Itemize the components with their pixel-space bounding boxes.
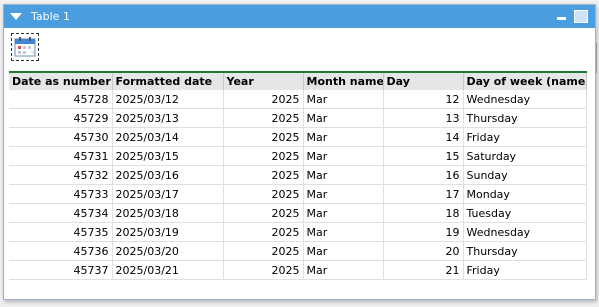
table-row[interactable]: 45735 2025/03/19 2025 Mar 19 Wednesday [9, 222, 587, 242]
table-cell[interactable]: Wednesday [463, 222, 587, 242]
table-cell[interactable]: 45730 [9, 127, 113, 147]
column-header[interactable]: Day [383, 71, 464, 90]
table-cell[interactable]: 2025/03/13 [112, 108, 224, 128]
table-cell[interactable]: Monday [463, 184, 587, 204]
data-table-container: Date as number Formatted date Year Month… [9, 71, 587, 280]
table-cell[interactable]: Mar [303, 127, 384, 147]
table-cell[interactable]: Mar [303, 203, 384, 223]
table-cell[interactable]: 2025/03/16 [112, 165, 224, 185]
table-cell[interactable]: 45733 [9, 184, 113, 204]
table-cell[interactable]: Mar [303, 108, 384, 128]
table-window: Table 1 Date as number Formatted date Ye… [3, 4, 597, 300]
table-row[interactable]: 45728 2025/03/12 2025 Mar 12 Wednesday [9, 90, 587, 109]
table-cell[interactable]: 13 [383, 108, 464, 128]
table-cell[interactable]: Thursday [463, 241, 587, 261]
table-cell[interactable]: 2025 [223, 90, 304, 109]
table-cell[interactable]: 15 [383, 146, 464, 166]
table-cell[interactable]: 45732 [9, 165, 113, 185]
table-cell[interactable]: 45729 [9, 108, 113, 128]
table-cell[interactable]: 2025/03/15 [112, 146, 224, 166]
table-cell[interactable]: 2025 [223, 127, 304, 147]
table-cell[interactable]: Mar [303, 260, 384, 280]
table-cell[interactable]: 45735 [9, 222, 113, 242]
window-title: Table 1 [31, 10, 70, 23]
table-cell[interactable]: Friday [463, 127, 587, 147]
table-cell[interactable]: 2025/03/17 [112, 184, 224, 204]
header-row: Date as number Formatted date Year Month… [9, 71, 587, 90]
table-cell[interactable]: 2025 [223, 165, 304, 185]
column-header[interactable]: Year [223, 71, 304, 90]
calendar-button[interactable] [11, 33, 39, 61]
table-row[interactable]: 45729 2025/03/13 2025 Mar 13 Thursday [9, 108, 587, 128]
table-cell[interactable]: 2025/03/12 [112, 90, 224, 109]
column-header[interactable]: Day of week (name) [463, 71, 587, 90]
table-row[interactable]: 45733 2025/03/17 2025 Mar 17 Monday [9, 184, 587, 204]
table-cell[interactable]: Mar [303, 90, 384, 109]
table-cell[interactable]: 45734 [9, 203, 113, 223]
column-header[interactable]: Month name [303, 71, 384, 90]
table-cell[interactable]: 45736 [9, 241, 113, 261]
column-header[interactable]: Date as number [9, 71, 113, 90]
table-cell[interactable]: 2025/03/18 [112, 203, 224, 223]
table-cell[interactable]: 17 [383, 184, 464, 204]
table-cell[interactable]: 2025/03/21 [112, 260, 224, 280]
table-cell[interactable]: Wednesday [463, 90, 587, 109]
table-cell[interactable]: 2025/03/19 [112, 222, 224, 242]
table-cell[interactable]: Saturday [463, 146, 587, 166]
table-cell[interactable]: 2025 [223, 146, 304, 166]
toolbar [4, 28, 595, 66]
table-cell[interactable]: Mar [303, 241, 384, 261]
table-cell[interactable]: 2025 [223, 184, 304, 204]
table-cell[interactable]: 12 [383, 90, 464, 109]
table-cell[interactable]: 2025/03/20 [112, 241, 224, 261]
table-cell[interactable]: 45731 [9, 146, 113, 166]
table-cell[interactable]: 16 [383, 165, 464, 185]
minimize-icon[interactable] [557, 17, 566, 20]
table-row[interactable]: 45732 2025/03/16 2025 Mar 16 Sunday [9, 165, 587, 185]
table-cell[interactable]: 45728 [9, 90, 113, 109]
table-cell[interactable]: 2025 [223, 260, 304, 280]
table-cell[interactable]: 45737 [9, 260, 113, 280]
table-cell[interactable]: 21 [383, 260, 464, 280]
table-cell[interactable]: 2025/03/14 [112, 127, 224, 147]
table-cell[interactable]: 14 [383, 127, 464, 147]
table-row[interactable]: 45731 2025/03/15 2025 Mar 15 Saturday [9, 146, 587, 166]
table-row[interactable]: 45734 2025/03/18 2025 Mar 18 Tuesday [9, 203, 587, 223]
table-cell[interactable]: 2025 [223, 241, 304, 261]
table-row[interactable]: 45737 2025/03/21 2025 Mar 21 Friday [9, 260, 587, 280]
table-row[interactable]: 45730 2025/03/14 2025 Mar 14 Friday [9, 127, 587, 147]
table-row[interactable]: 45736 2025/03/20 2025 Mar 20 Thursday [9, 241, 587, 261]
data-table: Date as number Formatted date Year Month… [9, 71, 587, 280]
table-cell[interactable]: Sunday [463, 165, 587, 185]
table-cell[interactable]: 2025 [223, 203, 304, 223]
maximize-icon[interactable] [574, 10, 588, 23]
table-cell[interactable]: 2025 [223, 222, 304, 242]
window-titlebar[interactable]: Table 1 [4, 5, 595, 28]
table-cell[interactable]: Mar [303, 165, 384, 185]
table-cell[interactable]: 19 [383, 222, 464, 242]
table-cell[interactable]: Mar [303, 184, 384, 204]
table-cell[interactable]: Mar [303, 146, 384, 166]
column-header[interactable]: Formatted date [112, 71, 224, 90]
table-cell[interactable]: 18 [383, 203, 464, 223]
table-cell[interactable]: Mar [303, 222, 384, 242]
calendar-icon [14, 37, 36, 57]
table-cell[interactable]: Thursday [463, 108, 587, 128]
collapse-triangle-icon[interactable] [10, 13, 22, 20]
table-cell[interactable]: 2025 [223, 108, 304, 128]
table-cell[interactable]: 20 [383, 241, 464, 261]
table-cell[interactable]: Friday [463, 260, 587, 280]
table-cell[interactable]: Tuesday [463, 203, 587, 223]
